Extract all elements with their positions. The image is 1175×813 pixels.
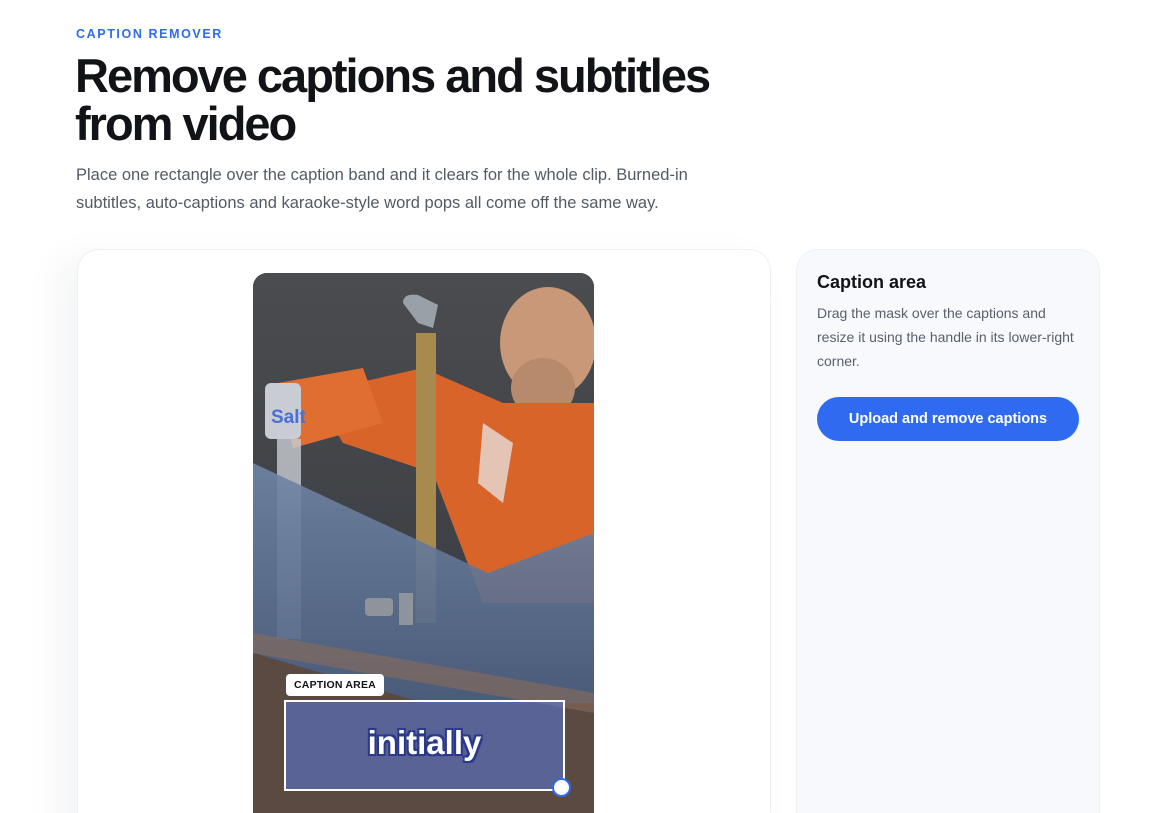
- caption-area-label: CAPTION AREA: [286, 674, 384, 696]
- caption-area-mask[interactable]: [284, 700, 565, 791]
- eyebrow-label: CAPTION REMOVER: [76, 27, 223, 41]
- page-description: Place one rectangle over the caption ban…: [76, 166, 688, 212]
- panel-description: Drag the mask over the captions and resi…: [817, 305, 1074, 369]
- upload-remove-captions-button[interactable]: Upload and remove captions: [817, 397, 1079, 441]
- salt-label: Salt: [271, 407, 307, 428]
- page-title: Remove captions and subtitles from video: [75, 49, 711, 150]
- panel-title: Caption area: [817, 272, 927, 292]
- resize-handle[interactable]: [552, 778, 571, 797]
